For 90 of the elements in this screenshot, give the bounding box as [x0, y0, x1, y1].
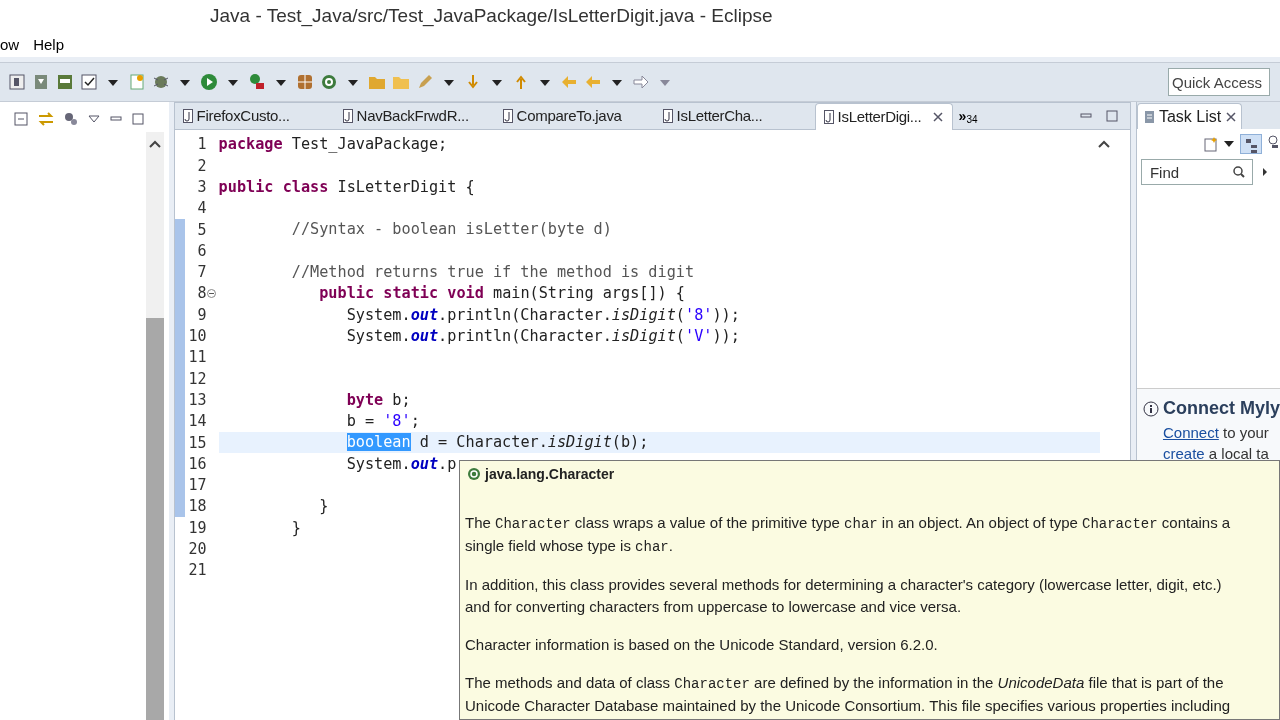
- scrollbar[interactable]: [145, 132, 164, 720]
- line-number: 3: [196, 177, 207, 198]
- close-icon[interactable]: [931, 111, 944, 123]
- editor-tab[interactable]: IsLetterCha...: [654, 103, 815, 129]
- categorized-icon[interactable]: [1240, 134, 1262, 154]
- dropdown-icon[interactable]: [1224, 141, 1234, 147]
- maximize-icon[interactable]: [132, 113, 144, 125]
- line-number: 15: [187, 432, 207, 454]
- java-file-icon: [182, 109, 193, 123]
- java-file-icon: [342, 109, 353, 123]
- line-number: 16: [187, 453, 207, 475]
- save-all-icon[interactable]: [56, 73, 74, 91]
- code-line: }: [318, 496, 329, 518]
- search-icon: [1232, 166, 1245, 178]
- doc-paragraph: In addition, this class provides several methods for determining a character's category (lowercase letter, digit, etc.) and for converting characters from uppercase to lowercase and vice versa.: [465, 575, 1223, 617]
- line-number: 6: [196, 240, 207, 262]
- line-number: 8: [196, 283, 207, 305]
- code-line: boolean d = Character.isDigit(b);: [345, 432, 649, 454]
- code-line: public class IsLetterDigit {: [218, 176, 475, 198]
- quick-access-field[interactable]: Quick Access: [1168, 68, 1270, 96]
- line-number: 4: [196, 198, 207, 220]
- line-number: 2: [196, 155, 207, 177]
- scroll-up-icon[interactable]: [148, 140, 161, 148]
- editor-tab[interactable]: NavBackFrwdR...: [334, 103, 495, 129]
- doc-paragraph: Character information is based on the Unicode Standard, version 6.2.0.: [465, 635, 939, 655]
- save-icon[interactable]: [32, 73, 50, 91]
- menu-item[interactable]: Help: [33, 33, 65, 57]
- line-number: 10: [187, 326, 207, 348]
- javadoc-tooltip: java.lang.Character The Character class wraps a value of the primitive type char in an object. An object of type Character contains a single field whose type is char. In addition, this class provides several methods for determining a character's category (lowercase letter, digit, etc.) and for converting characters from uppercase to lowercase and vice versa. Character information is based on the Unicode Standard, version 6.2.0. The methods and data of class Character are defined by the information in the UnicodeData file that is part of the Unicode Character Database maintained by the Unicode Consortium. This file specifies various properties including: [459, 460, 1280, 720]
- code-line: byte b;: [345, 389, 411, 411]
- new-class-icon[interactable]: [320, 73, 338, 91]
- editor-tab[interactable]: FirefoxCusto...: [174, 103, 335, 129]
- package-icon[interactable]: [296, 73, 314, 91]
- code-line: b = '8';: [345, 411, 420, 433]
- play-icon[interactable]: [200, 73, 218, 91]
- panel-icon[interactable]: [8, 73, 26, 91]
- window-title: Java - Test_Java/src/Test_JavaPackage/IsLetterDigit.java - Eclipse: [210, 4, 773, 29]
- close-icon[interactable]: [1225, 110, 1238, 123]
- mylyn-title: Connect Myly: [1162, 397, 1280, 420]
- code-line: System.out.p: [345, 453, 457, 475]
- minimize-icon[interactable]: [110, 116, 122, 122]
- code-line: //Method returns true if the method is digit: [290, 262, 695, 284]
- clipboard-icon: [1143, 109, 1155, 124]
- line-number: 12: [187, 368, 207, 390]
- line-number: 5: [196, 219, 207, 241]
- scrollbar-thumb[interactable]: [145, 318, 164, 720]
- task-list-tab[interactable]: Task List: [1136, 103, 1243, 129]
- line-number: 19: [187, 517, 207, 539]
- scroll-up-icon[interactable]: [1098, 140, 1110, 148]
- line-number: 9: [196, 304, 207, 326]
- bug-icon[interactable]: [152, 73, 170, 91]
- code-line: System.out.println(Character.isDigit('V'));: [345, 325, 740, 347]
- line-number: 17: [187, 475, 207, 497]
- run-tool-icon[interactable]: [248, 73, 266, 91]
- fold-icon[interactable]: [206, 289, 216, 299]
- menu-item[interactable]: ow: [0, 33, 20, 57]
- line-number: 14: [187, 411, 207, 433]
- view-menu-icon[interactable]: [88, 115, 100, 123]
- checkbox-icon[interactable]: [80, 73, 98, 91]
- line-number: 13: [187, 389, 207, 411]
- doc-paragraph: The methods and data of class Character are defined by the information in the UnicodeData file that is part of the Unicode Character Database maintained by the Unicode Consortium. This file specifies various properties including: [465, 673, 1232, 716]
- line-number: 21: [187, 560, 207, 582]
- maximize-icon[interactable]: [1106, 110, 1118, 122]
- arrow-icon[interactable]: [1262, 168, 1267, 176]
- doc-paragraph: The Character class wraps a value of the primitive type char in an object. An object of type Character contains a single field whose type is char.: [465, 513, 1232, 557]
- java-file-icon: [823, 110, 834, 124]
- info-icon: [1142, 400, 1159, 417]
- find-field[interactable]: Find: [1140, 159, 1253, 185]
- code-line: //Syntax - boolean isLetter(byte d): [290, 219, 612, 241]
- code-line: System.out.println(Character.isDigit('8'));: [345, 304, 740, 326]
- line-number: 7: [196, 262, 207, 284]
- editor-tab[interactable]: CompareTo.java: [494, 103, 655, 129]
- line-number: 1: [196, 134, 207, 156]
- dots-icon[interactable]: [64, 112, 78, 126]
- java-file-icon: [502, 109, 513, 123]
- link-arrows-icon[interactable]: [38, 112, 54, 126]
- link[interactable]: Connect: [1162, 424, 1219, 441]
- code-line: }: [290, 517, 301, 539]
- forward-icon[interactable]: [632, 73, 650, 91]
- minimize-icon[interactable]: [1080, 113, 1092, 119]
- line-number: 11: [187, 347, 207, 369]
- editor-tab[interactable]: IsLetterDigi...: [814, 103, 953, 130]
- line-number: 20: [187, 539, 207, 561]
- code-line: package Test_JavaPackage;: [218, 134, 448, 156]
- line-number: 18: [187, 496, 207, 518]
- java-file-icon: [662, 109, 673, 123]
- code-line: public static void main(String args[]) {: [318, 283, 686, 305]
- mylyn-text: Connect to your: [1162, 423, 1270, 443]
- link[interactable]: create: [1162, 445, 1205, 462]
- class-icon: [467, 467, 481, 481]
